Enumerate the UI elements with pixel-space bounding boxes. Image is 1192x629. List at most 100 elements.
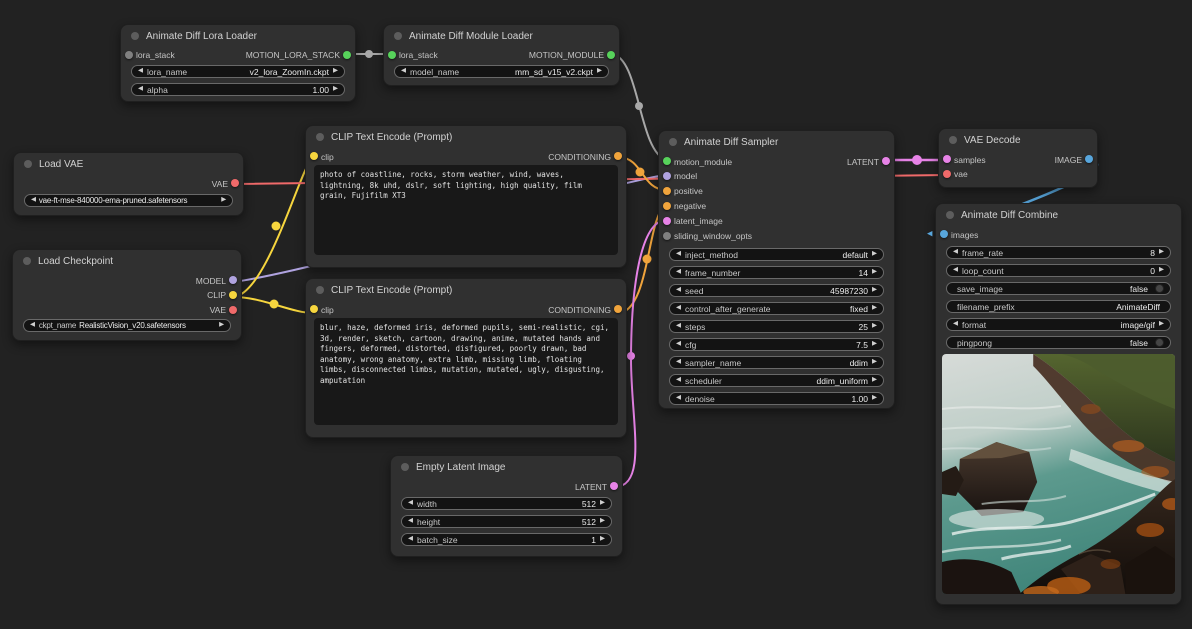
decrement-arrow-icon[interactable]: ◀ xyxy=(676,341,681,348)
widget-height[interactable]: ◀height512▶ xyxy=(401,515,612,528)
output-slot-latent[interactable] xyxy=(610,482,618,490)
input-slot-latent-image[interactable] xyxy=(663,217,671,225)
collapse-dot-icon[interactable] xyxy=(24,160,32,168)
node-clip-text-encode-negative[interactable]: CLIP Text Encode (Prompt) clip CONDITION… xyxy=(305,278,627,438)
increment-arrow-icon[interactable]: ▶ xyxy=(872,395,877,402)
decrement-arrow-icon[interactable]: ◀ xyxy=(953,267,958,274)
node-clip-text-encode-positive[interactable]: CLIP Text Encode (Prompt) clip CONDITION… xyxy=(305,125,627,268)
increment-arrow-icon[interactable]: ▶ xyxy=(872,305,877,312)
decrement-arrow-icon[interactable]: ◀ xyxy=(953,249,958,256)
positive-prompt-textarea[interactable]: photo of coastline, rocks, storm weather… xyxy=(314,165,618,255)
increment-arrow-icon[interactable]: ▶ xyxy=(1159,321,1164,328)
input-slot-lora-stack[interactable] xyxy=(388,51,396,59)
increment-arrow-icon[interactable]: ▶ xyxy=(872,287,877,294)
toggle-knob[interactable] xyxy=(1155,284,1164,293)
input-slot-samples[interactable] xyxy=(943,155,951,163)
increment-arrow-icon[interactable]: ▶ xyxy=(333,68,338,75)
widget-loop-count[interactable]: ◀loop_count0▶ xyxy=(946,264,1171,277)
decrement-arrow-icon[interactable]: ◀ xyxy=(676,251,681,258)
decrement-arrow-icon[interactable]: ◀ xyxy=(408,536,413,543)
input-slot-sliding-window-opts[interactable] xyxy=(663,232,671,240)
increment-arrow-icon[interactable]: ▶ xyxy=(600,518,605,525)
increment-arrow-icon[interactable]: ▶ xyxy=(597,68,602,75)
node-load-vae[interactable]: Load VAE VAE ◀ vae-ft-mse-840000-ema-pru… xyxy=(13,152,244,216)
widget-cfg[interactable]: ◀cfg7.5▶ xyxy=(669,338,884,351)
increment-arrow-icon[interactable]: ▶ xyxy=(1159,249,1164,256)
widget-pingpong-toggle[interactable]: pingpongfalse xyxy=(946,336,1171,349)
decrement-arrow-icon[interactable]: ◀ xyxy=(30,322,35,329)
widget-alpha[interactable]: ◀ alpha 1.00 ▶ xyxy=(131,83,345,96)
collapse-dot-icon[interactable] xyxy=(401,463,409,471)
collapse-dot-icon[interactable] xyxy=(669,138,677,146)
increment-arrow-icon[interactable]: ▶ xyxy=(872,251,877,258)
widget-vae-name[interactable]: ◀ vae-ft-mse-840000-ema-pruned.safetenso… xyxy=(24,194,233,207)
increment-arrow-icon[interactable]: ▶ xyxy=(872,359,877,366)
decrement-arrow-icon[interactable]: ◀ xyxy=(676,377,681,384)
decrement-arrow-icon[interactable]: ◀ xyxy=(953,321,958,328)
node-animate-diff-sampler[interactable]: Animate Diff Sampler motion_module LATEN… xyxy=(658,130,895,409)
node-animate-diff-lora-loader[interactable]: Animate Diff Lora Loader lora_stack MOTI… xyxy=(120,24,356,102)
decrement-arrow-icon[interactable]: ◀ xyxy=(31,197,36,204)
output-slot-image[interactable] xyxy=(1085,155,1093,163)
collapse-dot-icon[interactable] xyxy=(949,136,957,144)
increment-arrow-icon[interactable]: ▶ xyxy=(1159,267,1164,274)
collapse-dot-icon[interactable] xyxy=(316,286,324,294)
widget-inject-method[interactable]: ◀inject_methoddefault▶ xyxy=(669,248,884,261)
decrement-arrow-icon[interactable]: ◀ xyxy=(676,287,681,294)
widget-scheduler[interactable]: ◀schedulerddim_uniform▶ xyxy=(669,374,884,387)
node-graph-canvas[interactable]: Animate Diff Lora Loader lora_stack MOTI… xyxy=(0,0,1192,629)
input-slot-clip[interactable] xyxy=(310,152,318,160)
collapse-dot-icon[interactable] xyxy=(131,32,139,40)
collapse-dot-icon[interactable] xyxy=(394,32,402,40)
increment-arrow-icon[interactable]: ▶ xyxy=(221,197,226,204)
widget-control-after-generate[interactable]: ◀control_after_generatefixed▶ xyxy=(669,302,884,315)
widget-model-name[interactable]: ◀ model_name mm_sd_v15_v2.ckpt ▶ xyxy=(394,65,609,78)
widget-lora-name[interactable]: ◀ lora_name v2_lora_ZoomIn.ckpt ▶ xyxy=(131,65,345,78)
widget-denoise[interactable]: ◀denoise1.00▶ xyxy=(669,392,884,405)
input-slot-motion-module[interactable] xyxy=(663,157,671,165)
widget-sampler-name[interactable]: ◀sampler_nameddim▶ xyxy=(669,356,884,369)
output-slot-motion-module[interactable] xyxy=(607,51,615,59)
input-slot-clip[interactable] xyxy=(310,305,318,313)
node-empty-latent-image[interactable]: Empty Latent Image LATENT ◀width512▶ ◀he… xyxy=(390,455,623,557)
output-slot-latent[interactable] xyxy=(882,157,890,165)
output-slot-clip[interactable] xyxy=(229,291,237,299)
node-vae-decode[interactable]: VAE Decode samples IMAGE vae xyxy=(938,128,1098,188)
increment-arrow-icon[interactable]: ▶ xyxy=(872,269,877,276)
collapse-dot-icon[interactable] xyxy=(23,257,31,265)
increment-arrow-icon[interactable]: ▶ xyxy=(872,377,877,384)
widget-width[interactable]: ◀width512▶ xyxy=(401,497,612,510)
decrement-arrow-icon[interactable]: ◀ xyxy=(676,269,681,276)
increment-arrow-icon[interactable]: ▶ xyxy=(600,500,605,507)
decrement-arrow-icon[interactable]: ◀ xyxy=(408,518,413,525)
decrement-arrow-icon[interactable]: ◀ xyxy=(408,500,413,507)
widget-batch-size[interactable]: ◀batch_size1▶ xyxy=(401,533,612,546)
widget-filename-prefix[interactable]: filename_prefixAnimateDiff xyxy=(946,300,1171,313)
collapse-dot-icon[interactable] xyxy=(946,211,954,219)
output-slot-vae[interactable] xyxy=(229,306,237,314)
widget-steps[interactable]: ◀steps25▶ xyxy=(669,320,884,333)
collapse-dot-icon[interactable] xyxy=(316,133,324,141)
node-animate-diff-module-loader[interactable]: Animate Diff Module Loader lora_stack MO… xyxy=(383,24,620,86)
decrement-arrow-icon[interactable]: ◀ xyxy=(401,68,406,75)
node-animate-diff-combine[interactable]: Animate Diff Combine ◀ images ◀frame_rat… xyxy=(935,203,1182,605)
widget-frame-number[interactable]: ◀frame_number14▶ xyxy=(669,266,884,279)
widget-save-image-toggle[interactable]: save_imagefalse xyxy=(946,282,1171,295)
node-load-checkpoint[interactable]: Load Checkpoint MODEL CLIP VAE ◀ ckpt_na… xyxy=(12,249,242,341)
output-slot-conditioning[interactable] xyxy=(614,152,622,160)
input-slot-images[interactable] xyxy=(940,230,948,238)
toggle-knob[interactable] xyxy=(1155,338,1164,347)
widget-format[interactable]: ◀formatimage/gif▶ xyxy=(946,318,1171,331)
increment-arrow-icon[interactable]: ▶ xyxy=(219,322,224,329)
negative-prompt-textarea[interactable]: blur, haze, deformed iris, deformed pupi… xyxy=(314,318,618,425)
output-slot-motion-lora-stack[interactable] xyxy=(343,51,351,59)
input-slot-model[interactable] xyxy=(663,172,671,180)
input-slot-vae[interactable] xyxy=(943,170,951,178)
decrement-arrow-icon[interactable]: ◀ xyxy=(676,323,681,330)
output-slot-model[interactable] xyxy=(229,276,237,284)
decrement-arrow-icon[interactable]: ◀ xyxy=(676,305,681,312)
decrement-arrow-icon[interactable]: ◀ xyxy=(676,359,681,366)
decrement-arrow-icon[interactable]: ◀ xyxy=(676,395,681,402)
increment-arrow-icon[interactable]: ▶ xyxy=(872,341,877,348)
output-slot-vae[interactable] xyxy=(231,179,239,187)
